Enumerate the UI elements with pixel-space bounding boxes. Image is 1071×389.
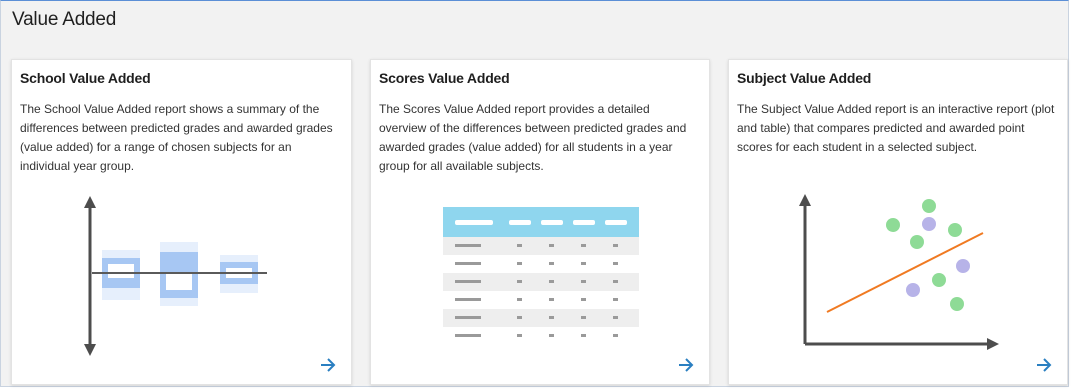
card-title: School Value Added (20, 70, 151, 86)
card-title: Subject Value Added (737, 70, 872, 86)
card-subject-value-added[interactable]: Subject Value Added The Subject Value Ad… (728, 59, 1068, 385)
arrow-right-icon[interactable] (1035, 356, 1053, 374)
card-title: Scores Value Added (379, 70, 510, 86)
box-plot-illustration (84, 196, 267, 356)
card-description: The Scores Value Added report provides a… (379, 102, 687, 173)
arrow-right-icon[interactable] (319, 356, 337, 374)
card-description: The Subject Value Added report is an int… (737, 102, 1055, 154)
arrow-right-icon[interactable] (677, 356, 695, 374)
table-illustration (443, 207, 639, 345)
scatter-plot-illustration (799, 194, 999, 350)
card-scores-value-added[interactable]: Scores Value Added The Scores Value Adde… (370, 59, 710, 385)
card-school-value-added[interactable]: School Value Added The School Value Adde… (11, 59, 352, 385)
value-added-panel: Value Added School Value Added The Schoo… (0, 0, 1069, 387)
card-description: The School Value Added report shows a su… (20, 102, 333, 173)
page-title: Value Added (12, 9, 117, 30)
